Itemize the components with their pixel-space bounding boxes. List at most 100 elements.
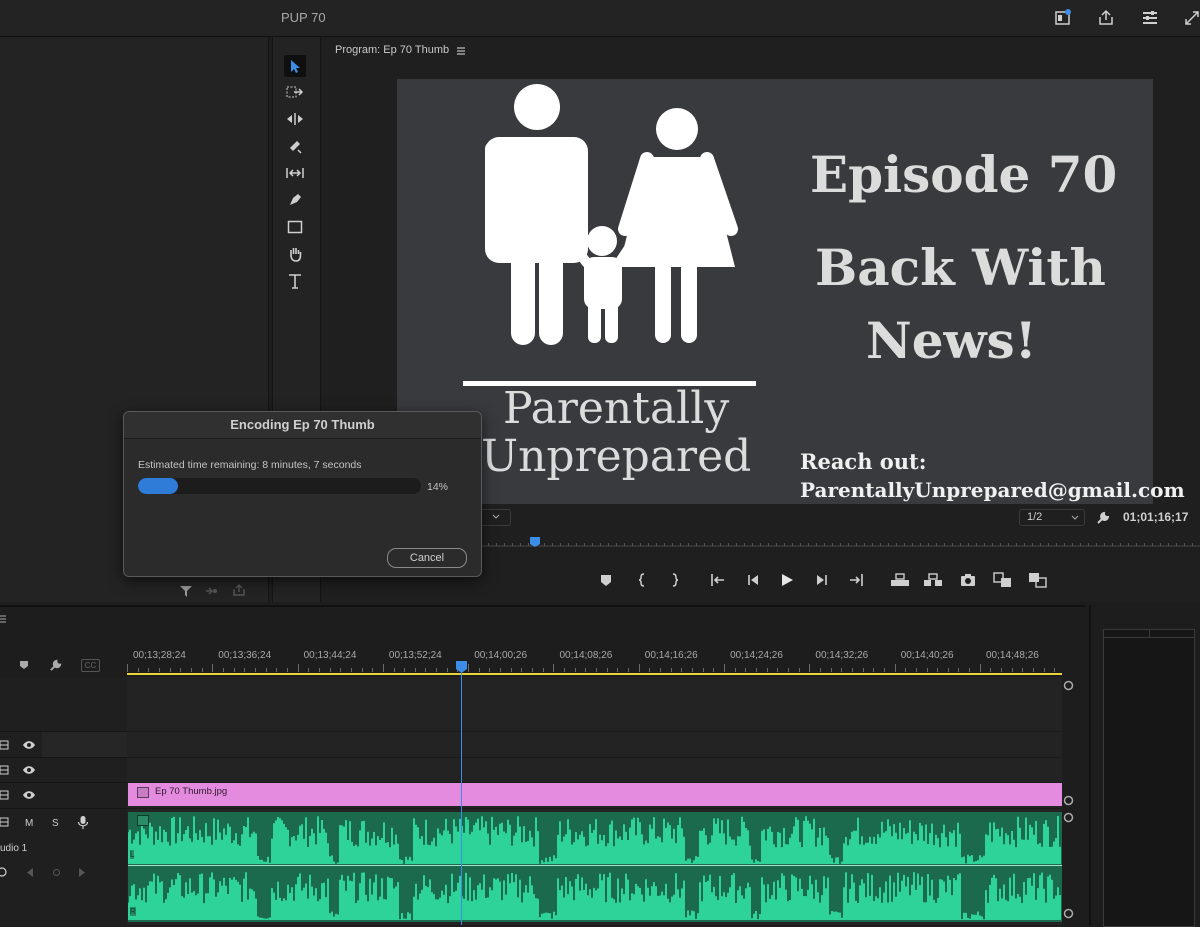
monitor-ruler-tick xyxy=(1024,543,1025,546)
ruler-tick xyxy=(766,668,768,672)
encoding-progress-fill xyxy=(138,478,178,494)
filter-icon[interactable] xyxy=(179,584,193,598)
monitor-ruler-tick xyxy=(1048,543,1049,546)
sync-lock-icon[interactable] xyxy=(0,739,9,751)
marker-icon[interactable] xyxy=(598,572,614,588)
monitor-ruler-tick xyxy=(944,543,945,546)
ruler-tick xyxy=(180,668,182,672)
next-keyframe-icon[interactable] xyxy=(78,868,86,877)
ruler-tick xyxy=(425,668,427,672)
compare-icon[interactable] xyxy=(993,572,1013,588)
quick-export-icon[interactable] xyxy=(1053,8,1073,28)
ripple-edit-tool[interactable] xyxy=(284,108,306,130)
ruler-tick xyxy=(478,668,480,672)
scroll-handle-icon[interactable] xyxy=(1063,680,1074,691)
go-to-in-icon[interactable] xyxy=(710,572,726,588)
monitor-ruler-tick xyxy=(832,543,833,546)
ruler-tick xyxy=(969,668,971,672)
panel-menu-icon[interactable] xyxy=(456,46,466,56)
ruler-tick xyxy=(1011,668,1013,672)
slip-tool[interactable] xyxy=(284,162,306,184)
monitor-ruler-tick xyxy=(512,543,513,546)
video-clip[interactable]: Ep 70 Thumb.jpg xyxy=(128,783,1062,806)
mark-out-icon[interactable] xyxy=(667,572,683,588)
monitor-ruler-tick xyxy=(760,543,761,546)
monitor-ruler-tick xyxy=(552,543,553,546)
add-marker-icon[interactable] xyxy=(18,659,30,671)
playhead-line[interactable] xyxy=(461,665,462,925)
razor-tool[interactable] xyxy=(284,135,306,157)
lift-icon[interactable] xyxy=(890,572,910,588)
workspaces-icon[interactable] xyxy=(1140,8,1160,28)
multicam-icon[interactable] xyxy=(1028,572,1048,588)
go-to-out-icon[interactable] xyxy=(848,572,864,588)
mute-button[interactable]: M xyxy=(25,818,33,829)
work-area-bar[interactable] xyxy=(127,673,1062,675)
audio-route-icon[interactable] xyxy=(204,584,218,598)
share-icon[interactable] xyxy=(1096,8,1116,28)
scroll-handle-icon[interactable] xyxy=(1063,795,1074,806)
monitor-playhead-icon[interactable] xyxy=(529,536,541,548)
type-tool[interactable] xyxy=(284,270,306,292)
ruler-tick xyxy=(254,668,256,672)
cancel-button[interactable]: Cancel xyxy=(387,548,467,568)
ruler-tick xyxy=(468,664,470,672)
monitor-ruler-tick xyxy=(872,543,873,546)
track-select-icon xyxy=(286,86,304,98)
ruler-tick xyxy=(777,668,779,672)
timecode-display[interactable]: 01;01;16;17 xyxy=(1123,510,1188,524)
export-bin-icon[interactable] xyxy=(232,583,246,597)
selection-tool-icon xyxy=(291,60,300,73)
fit-dropdown[interactable] xyxy=(480,509,511,526)
wrench-icon[interactable] xyxy=(1096,509,1112,525)
ruler-tick xyxy=(265,668,267,672)
monitor-ruler-tick xyxy=(1184,543,1185,546)
fullscreen-icon[interactable] xyxy=(1182,8,1200,28)
play-icon[interactable] xyxy=(779,572,795,588)
selection-tool[interactable] xyxy=(284,55,306,77)
ripple-edit-icon xyxy=(287,113,303,125)
monitor-title: Program: Ep 70 Thumb xyxy=(335,44,450,56)
playhead-handle-icon[interactable] xyxy=(456,661,467,673)
scroll-handle-icon[interactable] xyxy=(1063,908,1074,919)
hand-tool[interactable] xyxy=(284,243,306,265)
timeline-menu-icon[interactable] xyxy=(0,614,6,624)
monitor-ruler-tick xyxy=(728,543,729,546)
ruler-tick xyxy=(638,664,640,672)
ruler-tick xyxy=(446,668,448,672)
ruler-label: 00;14;16;26 xyxy=(644,650,698,661)
track-select-tool[interactable] xyxy=(284,81,306,103)
prev-keyframe-icon[interactable] xyxy=(26,868,34,877)
mark-in-icon[interactable] xyxy=(634,572,650,588)
volume-knob-icon[interactable] xyxy=(0,866,9,878)
scroll-handle-icon[interactable] xyxy=(1063,812,1074,823)
audio-meters-panel xyxy=(1089,605,1200,927)
ruler-label: 00;13;36;24 xyxy=(218,650,272,661)
export-frame-icon[interactable] xyxy=(960,572,976,588)
extract-icon[interactable] xyxy=(923,572,943,588)
timeline-settings-icon[interactable] xyxy=(49,657,64,672)
ruler-tick xyxy=(222,668,224,672)
track-headers xyxy=(0,677,128,925)
solo-button[interactable]: S xyxy=(52,818,59,829)
add-keyframe-icon[interactable] xyxy=(52,868,61,877)
captions-button[interactable]: CC xyxy=(81,659,100,672)
step-back-icon[interactable] xyxy=(745,572,761,588)
video-clip-name: Ep 70 Thumb.jpg xyxy=(155,786,228,797)
resolution-select[interactable]: 1/2 xyxy=(1019,509,1085,526)
rectangle-tool[interactable] xyxy=(284,216,306,238)
eye-icon[interactable] xyxy=(22,790,36,800)
pen-tool[interactable] xyxy=(284,189,306,211)
step-forward-icon[interactable] xyxy=(814,572,830,588)
ruler-tick xyxy=(894,664,896,672)
sync-lock-icon[interactable] xyxy=(0,764,9,776)
ruler-tick xyxy=(755,668,757,672)
microphone-icon[interactable] xyxy=(77,815,89,830)
audio-waveform xyxy=(128,816,1061,920)
sync-lock-icon[interactable] xyxy=(0,816,9,828)
ruler-tick xyxy=(596,668,598,672)
sync-lock-icon[interactable] xyxy=(0,789,9,801)
audio-clip[interactable]: L R xyxy=(128,812,1062,922)
eye-icon[interactable] xyxy=(22,740,36,750)
eye-icon[interactable] xyxy=(22,765,36,775)
